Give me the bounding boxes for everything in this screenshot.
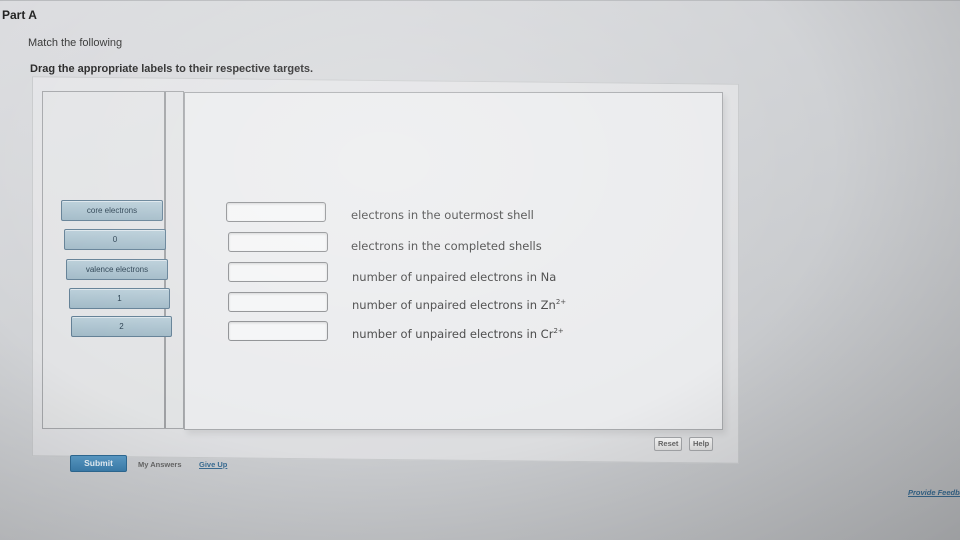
label-valence-electrons[interactable]: valence electrons: [66, 259, 168, 280]
drop-target-2[interactable]: [228, 232, 328, 252]
drop-target-4[interactable]: [228, 292, 328, 312]
drop-target-3[interactable]: [228, 262, 328, 282]
target-description-5: number of unpaired electrons in Cr2+: [352, 327, 564, 341]
drop-target-1[interactable]: [226, 202, 326, 222]
part-title: Part A: [2, 8, 37, 22]
target-description-2: electrons in the completed shells: [351, 239, 542, 253]
question-prompt: Match the following: [28, 37, 123, 49]
help-button[interactable]: Help: [689, 437, 714, 451]
instruction-text: Drag the appropriate labels to their res…: [30, 63, 314, 75]
drop-target-5[interactable]: [228, 321, 328, 341]
label-1[interactable]: 1: [69, 288, 170, 309]
target-description-3: number of unpaired electrons in Na: [352, 270, 557, 284]
target-description-4: number of unpaired electrons in Zn2+: [352, 298, 567, 312]
reset-button[interactable]: Reset: [654, 437, 683, 451]
label-core-electrons[interactable]: core electrons: [61, 200, 163, 221]
target-area: [184, 92, 723, 430]
label-2[interactable]: 2: [71, 316, 172, 337]
top-border: [0, 0, 960, 1]
label-0[interactable]: 0: [64, 229, 166, 250]
my-answers-label: My Answers: [138, 460, 182, 469]
submit-button[interactable]: Submit: [70, 455, 127, 472]
provide-feedback-link[interactable]: Provide Feedback: [908, 488, 960, 497]
target-description-1: electrons in the outermost shell: [351, 208, 534, 222]
give-up-link[interactable]: Give Up: [199, 460, 227, 469]
